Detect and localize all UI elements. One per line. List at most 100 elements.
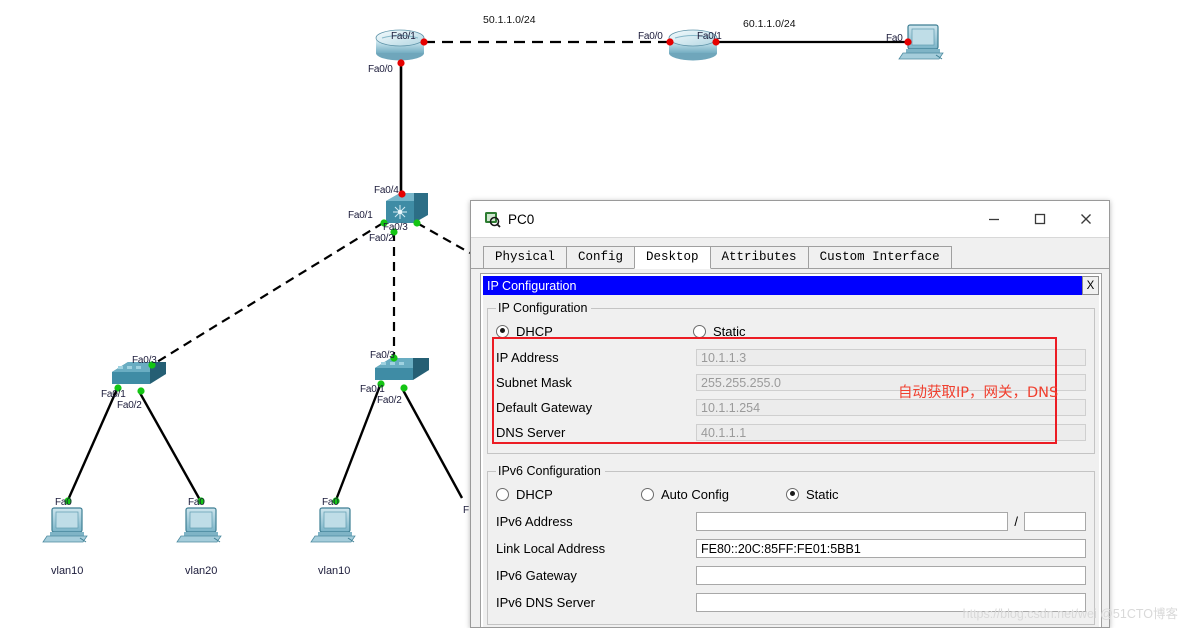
ipv6-configuration-group: IPv6 Configuration DHCP Auto Config Stat…	[487, 464, 1095, 625]
port-led-sw0-fa04	[398, 190, 406, 198]
pc-vlan10-left-icon	[42, 507, 88, 543]
ipv6-prefix-length-input[interactable]	[1024, 512, 1086, 531]
tab-physical[interactable]: Physical	[483, 246, 568, 268]
port-led-pc-top-fa0	[904, 38, 912, 46]
interface-label: Fa0/2	[377, 395, 402, 406]
ip-configuration-close-button[interactable]: X	[1082, 276, 1099, 295]
window-controls	[971, 201, 1109, 237]
ipv6-address-row: IPv6 Address /	[496, 508, 1086, 535]
tab-attributes[interactable]: Attributes	[709, 246, 809, 268]
ipv6-gateway-label: IPv6 Gateway	[496, 568, 577, 583]
interface-label: Fa0/1	[391, 31, 416, 42]
ipv4-dhcp-label: DHCP	[516, 323, 553, 339]
ipv6-auto-config-option[interactable]: Auto Config	[641, 487, 786, 502]
link-sw0-sw2-a	[416, 222, 471, 254]
window-title: PC0	[508, 211, 535, 227]
device-label: vlan20	[185, 565, 218, 577]
annotation-text: 自动获取IP，网关，DNS	[898, 385, 1059, 401]
watermark: https://blog.csdn.net/wei @51CTO博客	[962, 607, 1178, 621]
ipv6-legend: IPv6 Configuration	[498, 464, 601, 478]
interface-label: Fa0/1	[101, 389, 126, 400]
ipv4-dns-server-row: DNS Server 40.1.1.1	[496, 420, 1086, 445]
interface-label: Fa0/2	[369, 233, 394, 244]
interface-label: Fa0	[55, 497, 72, 508]
window-titlebar[interactable]: PC0	[471, 201, 1109, 238]
interface-label: Fa0/1	[348, 210, 373, 221]
ipv6-mode-row: DHCP Auto Config Static	[496, 482, 1086, 506]
interface-label: Fa0	[322, 497, 339, 508]
link-sw0-sw1	[151, 222, 384, 366]
port-led-r2-fa00	[666, 38, 674, 46]
port-led-r1-fa01	[420, 38, 428, 46]
ipv6-auto-config-label: Auto Config	[661, 486, 729, 502]
tabstrip: Physical Config Desktop Attributes Custo…	[471, 245, 1109, 269]
maximize-icon[interactable]	[1017, 201, 1063, 237]
ipv6-static-option[interactable]: Static	[786, 487, 839, 502]
port-led-sw0-fa03	[413, 219, 421, 227]
interface-label: Fa0/3	[383, 222, 408, 233]
ipv6-gateway-row: IPv6 Gateway	[496, 562, 1086, 589]
interface-label: Fa0/3	[370, 350, 395, 361]
port-led-sw1-fa02	[137, 387, 145, 395]
ip-configuration-title: IP Configuration	[487, 278, 577, 293]
ipv4-default-gateway-label: Default Gateway	[496, 400, 593, 415]
device-label: vlan10	[51, 565, 84, 577]
interface-label: Fa0/0	[638, 31, 663, 42]
link-sw2-pc3	[334, 382, 383, 501]
interface-label: Fa0/2	[117, 400, 142, 411]
ipv6-address-input[interactable]	[696, 512, 1009, 531]
ipv4-ip-address-row: IP Address 10.1.1.3	[496, 345, 1086, 370]
device-label: vlan10	[318, 565, 351, 577]
ipv4-ip-address-label: IP Address	[496, 350, 559, 365]
ipv4-static-label: Static	[713, 323, 746, 339]
ipv6-dns-server-label: IPv6 DNS Server	[496, 595, 595, 610]
ipv4-dns-server-input[interactable]: 40.1.1.1	[696, 424, 1086, 441]
ipv4-subnet-mask-label: Subnet Mask	[496, 375, 572, 390]
radio-icon	[496, 487, 509, 501]
ip-configuration-titlebar: IP Configuration X	[483, 276, 1099, 295]
tab-desktop[interactable]: Desktop	[634, 246, 711, 269]
ipv4-ip-address-input[interactable]: 10.1.1.3	[696, 349, 1086, 366]
pc-vlan10-right-icon	[310, 507, 356, 543]
radio-icon	[693, 324, 706, 338]
radio-icon	[786, 487, 799, 501]
ipv4-static-option[interactable]: Static	[693, 324, 746, 339]
desktop-panel: IP Configuration X IP Configuration DHCP…	[480, 273, 1102, 627]
switch-core-icon	[386, 193, 428, 223]
ipv4-dhcp-option[interactable]: DHCP	[496, 324, 693, 339]
ipv6-link-local-label: Link Local Address	[496, 541, 606, 556]
interface-label: Fa0/0	[368, 64, 393, 75]
switch-right-icon	[375, 358, 429, 380]
interface-label: Fa0/1	[697, 31, 722, 42]
radio-icon	[641, 487, 654, 501]
ipv4-legend: IP Configuration	[498, 301, 588, 315]
ipv6-gateway-input[interactable]	[696, 566, 1086, 585]
pc0-window: PC0 Physical Config Desktop Attributes C…	[470, 200, 1110, 628]
ipv4-mode-row: DHCP Static	[496, 319, 1086, 343]
close-icon[interactable]	[1063, 201, 1109, 237]
ipv6-dhcp-label: DHCP	[516, 486, 553, 502]
ipv4-dns-server-label: DNS Server	[496, 425, 566, 440]
ip-configuration-body: IP Configuration DHCP Static IP Address …	[483, 295, 1099, 627]
tab-config[interactable]: Config	[566, 246, 636, 268]
ipv6-link-local-input[interactable]: FE80::20C:85FF:FE01:5BB1	[696, 539, 1086, 558]
subnet-label: 50.1.1.0/24	[483, 14, 536, 26]
link-sw1-pc1	[66, 386, 120, 501]
ipv6-static-label: Static	[806, 486, 839, 502]
ipv6-dhcp-option[interactable]: DHCP	[496, 487, 641, 502]
packet-tracer-pc-icon	[483, 210, 501, 228]
ipv4-configuration-group: IP Configuration DHCP Static IP Address …	[487, 301, 1095, 454]
minimize-icon[interactable]	[971, 201, 1017, 237]
tab-custom-interface[interactable]: Custom Interface	[807, 246, 952, 268]
interface-label: Fa0/3	[132, 355, 157, 366]
interface-label: Fa0/1	[360, 384, 385, 395]
ipv6-link-local-row: Link Local Address FE80::20C:85FF:FE01:5…	[496, 535, 1086, 562]
radio-icon	[496, 324, 509, 338]
ipv6-address-label: IPv6 Address	[496, 514, 573, 529]
link-sw1-pc2	[138, 392, 202, 501]
subnet-label: 60.1.1.0/24	[743, 18, 796, 30]
link-sw2-pc4	[401, 389, 464, 499]
interface-label: Fa0	[188, 497, 205, 508]
port-led-r1-fa00	[397, 59, 405, 67]
interface-label: F	[463, 505, 469, 516]
